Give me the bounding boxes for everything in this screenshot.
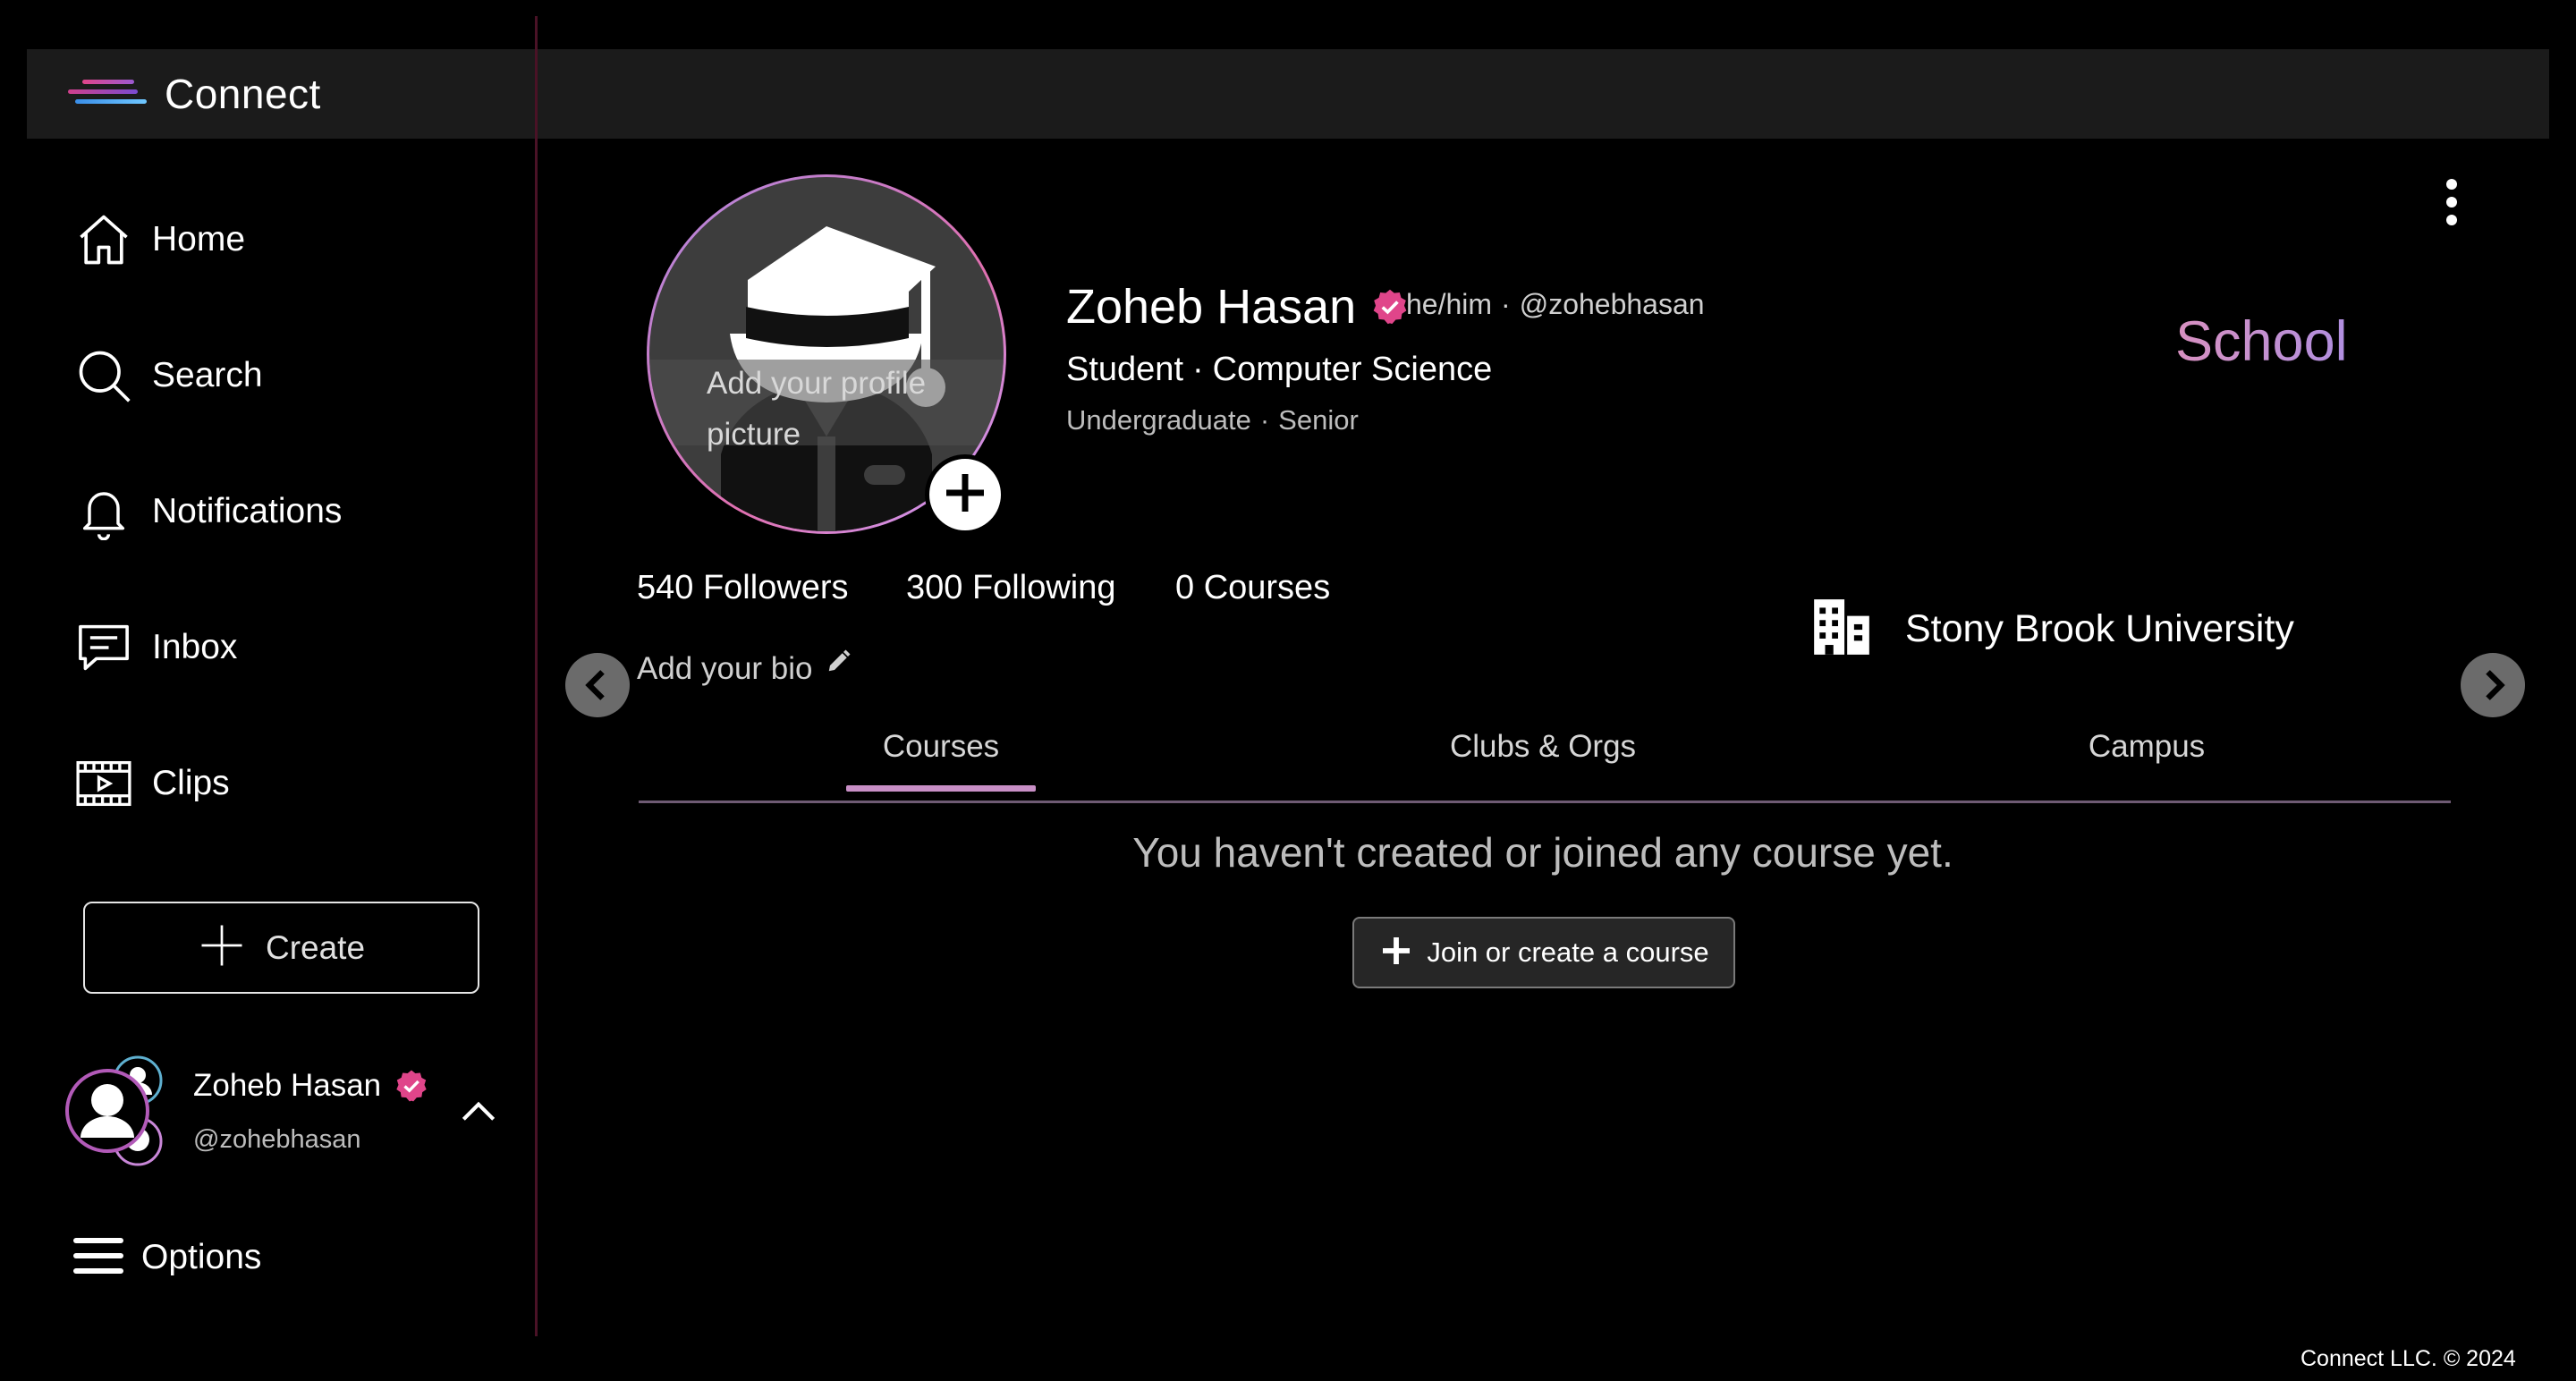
verified-icon (394, 1068, 429, 1104)
sidebar-item-label: Clips (152, 764, 230, 802)
copyright: Connect LLC. © 2024 (2301, 1346, 2516, 1371)
chevron-up-icon[interactable] (456, 1089, 501, 1134)
bio-placeholder: Add your bio (637, 651, 813, 686)
create-button-label: Create (265, 928, 366, 966)
options-label: Options (141, 1238, 262, 1276)
avatar (64, 1054, 172, 1170)
more-options-icon[interactable] (2438, 175, 2465, 229)
top-bar: Connect (27, 49, 2549, 139)
scroll-right-button[interactable] (2461, 653, 2525, 717)
join-or-create-course-button[interactable]: Join or create a course (1352, 917, 1735, 988)
bell-icon (72, 479, 136, 544)
sidebar-item-notifications[interactable]: Notifications (72, 476, 342, 547)
pronouns: he/him (1406, 288, 1493, 320)
account-name: Zoheb Hasan (193, 1068, 429, 1104)
courses-count[interactable]: 0 Courses (1175, 569, 1330, 607)
chevron-left-icon (585, 670, 605, 700)
add-photo-button[interactable] (925, 454, 1005, 535)
tabs-divider (639, 801, 2451, 803)
profile-level: Undergraduate · Senior (1066, 404, 1359, 436)
plus-icon (940, 468, 990, 522)
following-count[interactable]: 300 Following (906, 569, 1115, 607)
chat-icon (72, 615, 136, 680)
connect-logo-icon (63, 76, 156, 112)
university-name: Stony Brook University (1905, 607, 2294, 650)
logo[interactable]: Connect (63, 69, 321, 119)
profile-handle: @zohebhasan (1519, 288, 1705, 320)
add-bio-button[interactable]: Add your bio (637, 648, 852, 687)
sidebar-item-home[interactable]: Home (72, 204, 245, 275)
search-icon (72, 343, 136, 408)
university[interactable]: Stony Brook University (1809, 594, 2294, 665)
pronouns-and-handle: he/him · @zohebhasan (1406, 288, 1705, 320)
account-switcher[interactable]: Zoheb Hasan @zohebhasan (64, 1054, 503, 1179)
app-root: Connect Home Search Notifications Inbox … (0, 0, 2576, 1381)
sidebar-item-search[interactable]: Search (72, 340, 263, 411)
menu-icon (72, 1233, 125, 1283)
building-icon (1809, 594, 1875, 665)
followers-count[interactable]: 540 Followers (637, 569, 849, 607)
sidebar-item-label: Notifications (152, 492, 343, 530)
sidebar-divider (535, 16, 538, 1336)
create-button[interactable]: Create (83, 902, 479, 994)
sidebar-item-inbox[interactable]: Inbox (72, 612, 237, 683)
sidebar-item-label: Inbox (152, 628, 238, 666)
sidebar-item-label: Search (152, 356, 263, 394)
plus-icon (1378, 933, 1414, 973)
add-photo-text: Add your profile picture (707, 366, 927, 452)
sidebar-item-clips[interactable]: Clips (72, 748, 230, 819)
tab-clubs-orgs[interactable]: Clubs & Orgs (1409, 729, 1677, 765)
profile-type-label: School (2175, 310, 2348, 373)
scroll-left-button[interactable] (565, 653, 630, 717)
pencil-icon (826, 648, 852, 674)
tab-campus[interactable]: Campus (2012, 729, 2281, 765)
tab-courses[interactable]: Courses (846, 729, 1036, 765)
account-handle: @zohebhasan (193, 1125, 361, 1154)
brand-name: Connect (165, 71, 321, 117)
profile-name: Zoheb Hasan (1066, 279, 1410, 335)
chevron-right-icon (2486, 670, 2505, 700)
sidebar-item-label: Home (152, 220, 246, 258)
options-button[interactable]: Options (72, 1222, 261, 1293)
plus-icon (198, 921, 246, 974)
home-icon (72, 208, 136, 272)
join-button-label: Join or create a course (1427, 936, 1709, 968)
verified-icon (1370, 287, 1410, 326)
active-tab-indicator (846, 785, 1036, 792)
empty-state-message: You haven't created or joined any course… (1132, 829, 1953, 876)
profile-role: Student · Computer Science (1066, 351, 1493, 388)
film-icon (72, 751, 136, 816)
